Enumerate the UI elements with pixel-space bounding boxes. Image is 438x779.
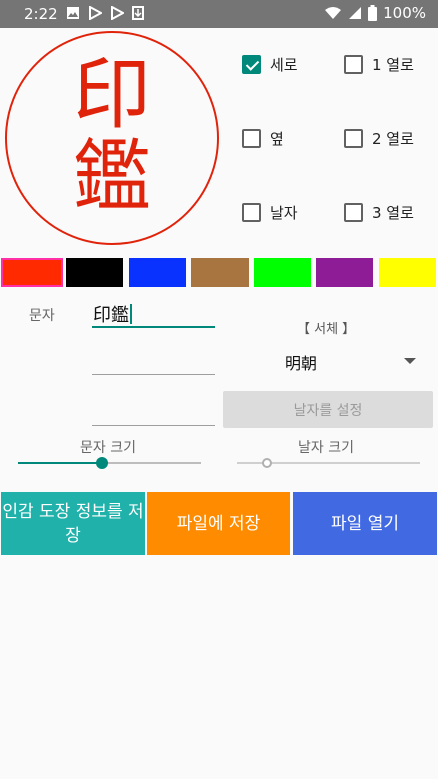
download-icon — [132, 6, 144, 20]
open-file-button[interactable]: 파일 열기 — [293, 492, 437, 555]
battery-icon — [368, 5, 378, 21]
checkbox-col3-label: 3 열로 — [372, 204, 414, 222]
color-swatch-purple[interactable] — [316, 258, 373, 287]
checkbox-unchecked-icon — [344, 203, 363, 222]
seal-preview: 印 鑑 — [5, 31, 219, 245]
checkbox-date[interactable]: 날자 — [242, 202, 298, 223]
set-date-button-label: 날자를 설정 — [293, 402, 363, 419]
save-info-button[interactable]: 인감 도장 정보를 저장 — [1, 492, 145, 555]
color-swatch-blue[interactable] — [129, 258, 186, 287]
play-store-icon — [111, 6, 124, 20]
line3-input[interactable] — [92, 395, 215, 425]
text-input[interactable]: 印鑑 — [93, 301, 132, 327]
line2-input[interactable] — [92, 345, 215, 375]
date-size-thumb[interactable] — [262, 458, 272, 468]
line2-input-underline — [92, 374, 215, 375]
checkbox-checked-icon — [242, 55, 261, 74]
seal-char-2: 鑑 — [72, 132, 151, 222]
dropdown-arrow-icon — [404, 358, 416, 364]
color-swatch-green[interactable] — [254, 258, 311, 287]
text-label: 문자 — [29, 308, 55, 324]
font-dropdown-value: 明朝 — [285, 354, 318, 373]
font-dropdown[interactable]: 明朝 — [224, 342, 432, 378]
checkbox-unchecked-icon — [344, 129, 363, 148]
checkbox-col3[interactable]: 3 열로 — [344, 202, 414, 223]
checkbox-unchecked-icon — [242, 129, 261, 148]
date-size-label: 날자 크기 — [298, 440, 354, 456]
checkbox-vertical-label: 세로 — [270, 56, 298, 74]
open-file-button-label: 파일 열기 — [331, 513, 399, 534]
save-info-button-label: 인감 도장 정보를 저장 — [2, 501, 144, 546]
color-swatch-brown[interactable] — [191, 258, 249, 287]
signal-icon — [349, 7, 362, 19]
text-size-thumb[interactable] — [96, 457, 109, 469]
checkbox-col1-label: 1 열로 — [372, 56, 414, 74]
color-swatch-red[interactable] — [1, 258, 63, 287]
text-cursor — [130, 304, 132, 324]
checkbox-horizontal-label: 옆 — [270, 130, 284, 148]
color-swatch-yellow[interactable] — [379, 258, 436, 287]
text-input-underline — [92, 326, 215, 328]
font-section-label: 【 서체 】 — [297, 322, 356, 337]
text-size-label: 문자 크기 — [80, 440, 136, 456]
checkbox-horizontal[interactable]: 옆 — [242, 128, 284, 149]
save-file-button[interactable]: 파일에 저장 — [147, 492, 290, 555]
text-input-value: 印鑑 — [93, 305, 129, 326]
checkbox-unchecked-icon — [344, 55, 363, 74]
checkbox-col2[interactable]: 2 열로 — [344, 128, 414, 149]
status-bar: 2:22 100% — [0, 0, 438, 28]
play-store-icon — [89, 6, 102, 20]
checkbox-col1[interactable]: 1 열로 — [344, 54, 414, 75]
checkbox-col2-label: 2 열로 — [372, 130, 414, 148]
seal-char-1: 印 — [72, 50, 151, 140]
battery-percent: 100% — [383, 4, 426, 22]
image-icon — [67, 7, 79, 19]
text-size-track-fill — [18, 462, 103, 464]
save-file-button-label: 파일에 저장 — [176, 513, 261, 534]
set-date-button[interactable]: 날자를 설정 — [223, 391, 433, 428]
line3-input-underline — [92, 425, 215, 426]
wifi-icon — [325, 7, 342, 19]
color-swatch-black[interactable] — [66, 258, 123, 287]
checkbox-unchecked-icon — [242, 203, 261, 222]
status-time: 2:22 — [24, 5, 58, 23]
checkbox-vertical[interactable]: 세로 — [242, 54, 298, 75]
checkbox-date-label: 날자 — [270, 204, 298, 222]
